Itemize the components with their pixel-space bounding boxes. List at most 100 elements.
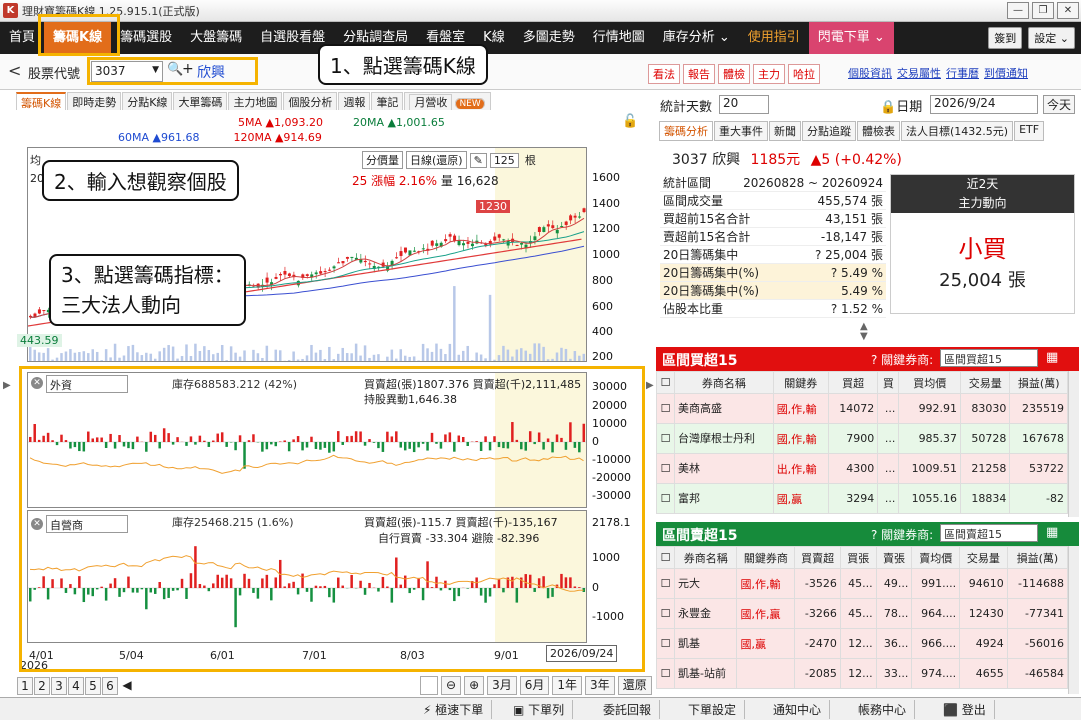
column-header[interactable]: 買超 [827,371,879,394]
page-button[interactable]: 4 [68,677,84,695]
tab-major-events[interactable]: 重大事件 [714,121,768,141]
lock-icon[interactable]: 🔓 [622,114,638,129]
menu-market-chips[interactable]: 大盤籌碼 [181,22,251,54]
order-bar-button[interactable]: ▣ 下單列 [505,700,574,719]
date-input[interactable]: 2026/9/24 [930,95,1038,114]
page-button[interactable]: 6 [102,677,118,695]
chat-button[interactable]: 哈拉 [788,64,820,84]
key-broker-select[interactable]: 區間賣超15 [940,524,1038,542]
trade-attr-link[interactable]: 交易屬性 [897,65,941,81]
menu-market-map[interactable]: 行情地圖 [584,22,654,54]
table-row[interactable]: ☐ 富邦 國,贏 3294... 1055.16 18834 -82 [656,483,1068,514]
column-header[interactable]: 關鍵券 [772,371,829,394]
tab-notes[interactable]: 筆記 [371,92,404,110]
checkup-button[interactable]: 體檢 [718,64,750,84]
tab-chip-analysis[interactable]: 籌碼分析 [659,121,713,141]
menu-flash-order[interactable]: 閃電下單 ⌄ [808,22,894,54]
notification-center-button[interactable]: 通知中心 [765,700,831,719]
menu-chip-screener[interactable]: 籌碼選股 [111,22,181,54]
range-3m-button[interactable]: 3月 [487,676,517,695]
column-header[interactable]: 買均價 [898,371,962,394]
range-3y-button[interactable]: 3年 [585,676,615,695]
price-alert-link[interactable]: 到價通知 [984,65,1028,81]
grid-icon[interactable]: ▦ [1046,525,1058,540]
menu-inventory[interactable]: 庫存分析 ⌄ [654,22,739,54]
zoom-out-icon[interactable]: ⊖ [441,676,462,695]
column-header[interactable]: 買 [877,371,900,394]
draw-tool-icon[interactable]: ✎ [469,152,487,168]
tab-branch-track[interactable]: 分點追蹤 [802,121,856,141]
tab-weekly[interactable]: 週報 [338,92,371,110]
column-header[interactable]: 券商名稱 [674,371,774,394]
checkbox[interactable]: ☐ [656,423,675,454]
column-header[interactable]: 買張 [839,546,877,569]
checkbox[interactable]: ☐ [656,546,675,569]
report-button[interactable]: 報告 [683,64,715,84]
page-button[interactable]: 1 [17,677,33,695]
opinion-button[interactable]: 看法 [648,64,680,84]
lock-icon[interactable]: 🔒 [880,100,896,115]
tab-main-map[interactable]: 主力地圖 [228,92,283,110]
checkbox[interactable]: ☐ [656,393,675,424]
buy-scrollbar[interactable] [1068,371,1079,517]
checkbox[interactable]: ☐ [656,371,675,394]
restore-button[interactable]: 還原 [617,676,652,695]
tab-monthly-revenue[interactable]: 月營收 NEW [404,92,491,110]
column-header[interactable]: 賣均價 [911,546,961,569]
settings-button[interactable]: 設定 ⌄ [1028,27,1075,49]
collapse-left-icon[interactable]: ▶ [3,380,11,391]
tab-intraday[interactable]: 即時走勢 [67,92,122,110]
fast-order-button[interactable]: ⚡ 極速下單 [415,700,493,719]
checkbox[interactable]: ☐ [656,483,675,514]
stat-days-select[interactable]: 20 [719,95,769,114]
tab-checkup[interactable]: 體檢表 [857,121,900,141]
scroll-left-icon[interactable]: ◀ [119,677,135,695]
calendar-link[interactable]: 行事曆 [946,65,979,81]
checkbox[interactable]: ☐ [656,628,675,659]
tab-target-price[interactable]: 法人目標(1432.5元) [901,121,1014,141]
key-broker-select[interactable]: 區間買超15 [940,349,1038,367]
price-volume-button[interactable]: 分價量 [362,151,403,169]
column-header[interactable]: 買賣超 [794,546,841,569]
zoom-in-icon[interactable]: ⊕ [464,676,485,695]
order-settings-button[interactable]: 下單設定 [680,700,746,719]
table-row[interactable]: ☐ 凱基 國,贏 -2470 12... 36... 966.... 4924 -56016 [656,628,1069,659]
table-row[interactable]: ☐ 永豐金 國,作,贏 -3266 45... 78... 964.... 12430 -773… [656,598,1069,629]
mainforce-button[interactable]: 主力 [753,64,785,84]
tab-stock-analysis[interactable]: 個股分析 [283,92,338,110]
column-header[interactable]: 券商名稱 [673,546,738,569]
page-button[interactable]: 5 [85,677,101,695]
close-icon[interactable]: ✕ [1057,2,1079,19]
today-button[interactable]: 今天 [1043,95,1076,114]
menu-guide[interactable]: 使用指引 [739,22,809,54]
minimize-icon[interactable]: — [1007,2,1029,19]
range-1y-button[interactable]: 1年 [552,676,583,695]
column-header[interactable]: 交易量 [960,371,1011,394]
checkin-button[interactable]: 簽到 [988,27,1023,49]
table-row[interactable]: ☐ 凱基-站前 -2085 12... 33... 974.... 4655 -46584 [656,658,1069,689]
bar-count-input[interactable]: 125 [489,152,519,168]
tab-news[interactable]: 新聞 [769,121,801,141]
grid-icon[interactable]: ▦ [1046,350,1058,365]
tab-chip-kline[interactable]: 籌碼K線 [16,92,67,110]
page-button[interactable]: 3 [51,677,67,695]
column-header[interactable]: 損益(萬) [1006,546,1069,569]
column-header[interactable]: 賣張 [875,546,913,569]
restore-icon[interactable]: ❐ [1032,2,1054,19]
checkbox[interactable]: ☐ [656,453,675,484]
checkbox[interactable]: ☐ [656,598,675,629]
menu-multi-chart[interactable]: 多圖走勢 [514,22,584,54]
range-6m-button[interactable]: 6月 [519,676,550,695]
account-center-button[interactable]: 帳務中心 [850,700,916,719]
column-header[interactable]: 交易量 [959,546,1008,569]
logout-button[interactable]: ⬛ 登出 [935,700,995,719]
table-row[interactable]: ☐ 元大 國,作,輸 -3526 45... 49... 991.... 94610 -1146… [656,568,1069,599]
checkbox[interactable]: ☐ [656,658,675,689]
column-header[interactable]: 關鍵券商 [736,546,796,569]
table-row[interactable]: ☐ 台灣摩根士丹利 國,作,輸 7900... 985.37 50728 167678 [656,423,1068,454]
resize-handle-icon[interactable]: ▲ ▼ [860,322,868,342]
collapse-right-icon[interactable]: ▶ [646,380,654,391]
period-select[interactable]: 日線(還原) [406,151,467,169]
checkbox[interactable]: ☐ [656,568,675,599]
column-header[interactable]: 損益(萬) [1009,371,1068,394]
